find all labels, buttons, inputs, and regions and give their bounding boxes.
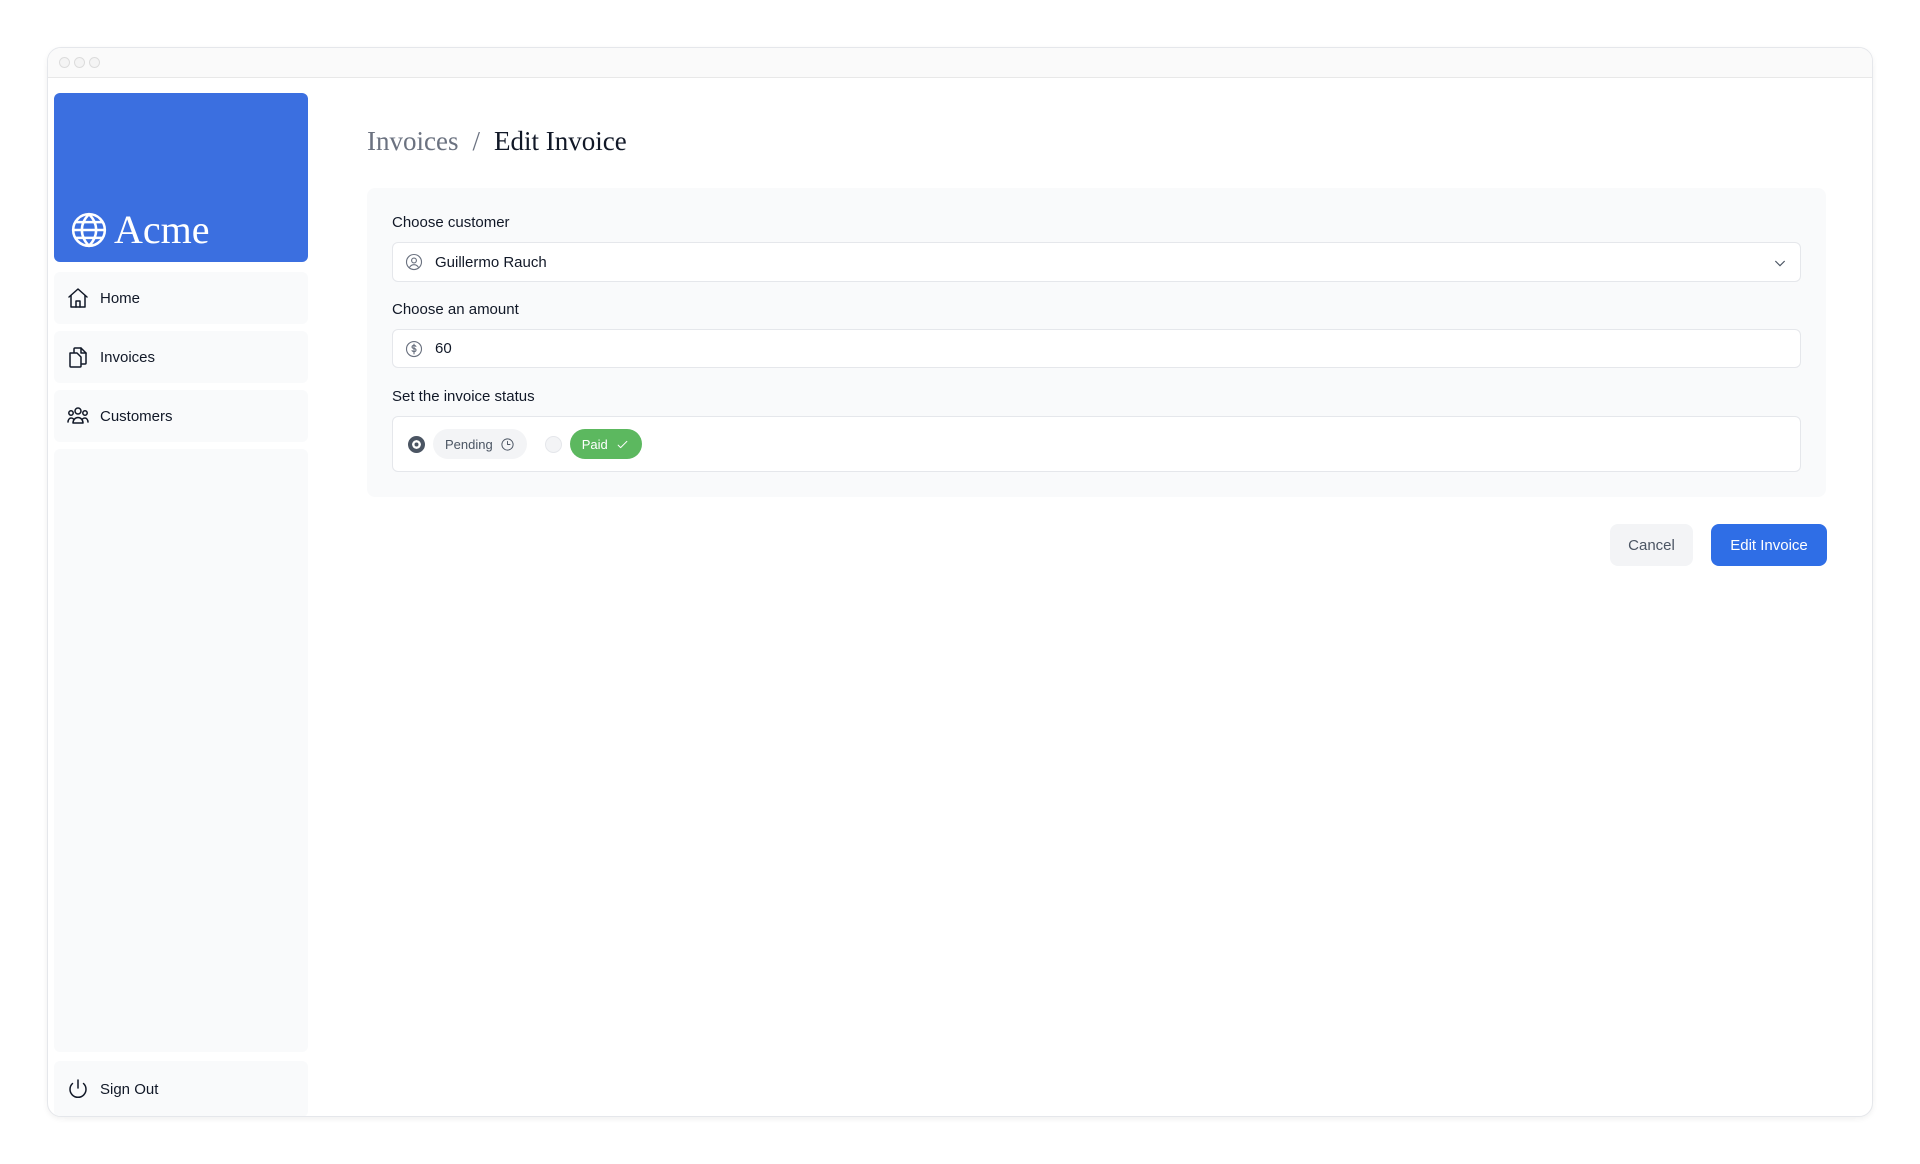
customer-label: Choose customer xyxy=(392,214,510,231)
sidebar-item-customers[interactable]: Customers xyxy=(54,390,308,442)
documents-icon xyxy=(69,347,87,368)
brand-logo-panel[interactable]: Acme xyxy=(54,93,308,262)
status-label: Set the invoice status xyxy=(392,388,535,405)
sidebar-item-invoices[interactable]: Invoices xyxy=(54,331,308,383)
close-window-button[interactable] xyxy=(59,57,70,68)
sidebar-item-label: Home xyxy=(100,289,141,307)
amount-input[interactable] xyxy=(435,340,1735,357)
minimize-window-button[interactable] xyxy=(74,57,85,68)
brand-name: Acme xyxy=(114,207,210,252)
paid-radio[interactable] xyxy=(544,435,562,453)
globe-icon xyxy=(71,212,107,248)
sidebar-nav: Home Invoices Customers xyxy=(54,272,308,449)
check-icon xyxy=(617,440,628,448)
edit-invoice-button[interactable]: Edit Invoice xyxy=(1711,524,1827,566)
maximize-window-button[interactable] xyxy=(89,57,100,68)
breadcrumb: Invoices / Edit Invoice xyxy=(367,126,627,157)
sidebar-item-label: Invoices xyxy=(100,348,156,366)
breadcrumb-invoices-link[interactable]: Invoices xyxy=(367,126,458,157)
pending-radio[interactable] xyxy=(408,435,425,453)
amount-field-wrapper xyxy=(392,329,1801,368)
users-icon xyxy=(67,407,89,424)
power-icon xyxy=(69,1079,87,1098)
sign-out-button[interactable]: Sign Out xyxy=(54,1061,308,1116)
paid-option[interactable]: Paid xyxy=(569,429,642,459)
app-window: Acme Home Invoices Customers Sign Out In… xyxy=(47,47,1873,1117)
pending-label: Pending xyxy=(445,436,493,452)
sidebar-item-label: Customers xyxy=(100,407,173,425)
customer-select[interactable]: Guillermo Rauch xyxy=(392,242,1801,282)
paid-label: Paid xyxy=(581,436,608,452)
brand-logo: Acme xyxy=(70,210,210,250)
dollar-icon xyxy=(405,340,423,357)
customer-select-value: Guillermo Rauch xyxy=(435,253,547,271)
edit-invoice-form: Choose customer Guillermo Rauch Choose a… xyxy=(367,188,1826,497)
title-bar xyxy=(48,48,1872,78)
amount-label: Choose an amount xyxy=(392,301,519,318)
clock-icon xyxy=(501,437,514,451)
user-circle-icon xyxy=(405,253,423,271)
pending-option[interactable]: Pending xyxy=(433,429,527,459)
status-radio-group: Pending Paid xyxy=(392,416,1801,472)
sign-out-label: Sign Out xyxy=(100,1080,159,1098)
home-icon xyxy=(68,288,88,308)
breadcrumb-separator: / xyxy=(472,126,480,156)
page-title: Edit Invoice xyxy=(493,126,627,156)
chevron-down-icon xyxy=(1774,260,1786,267)
cancel-button[interactable]: Cancel xyxy=(1610,524,1693,566)
sidebar-spacer xyxy=(54,449,308,1052)
sidebar-item-home[interactable]: Home xyxy=(54,272,308,324)
